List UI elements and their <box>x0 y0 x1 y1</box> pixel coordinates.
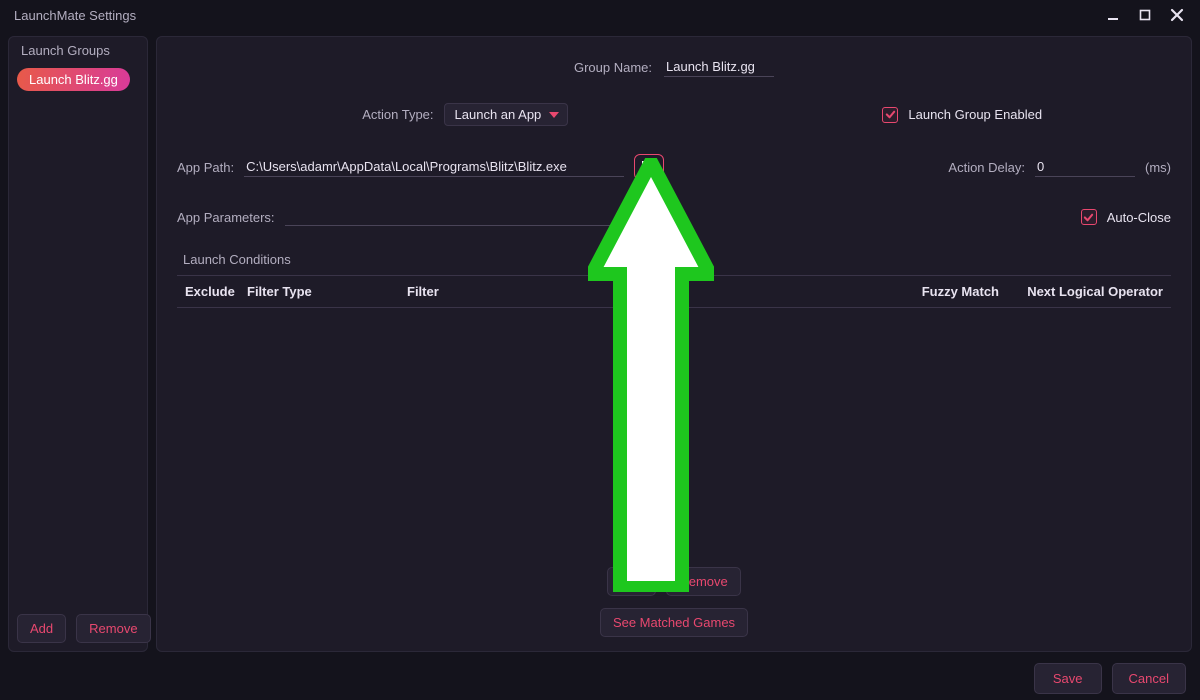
action-delay-input[interactable]: 0 <box>1035 157 1135 177</box>
app-params-label: App Parameters: <box>177 210 275 225</box>
group-name-label: Group Name: <box>574 60 652 75</box>
group-name-input[interactable]: Launch Blitz.gg <box>664 57 774 77</box>
title-bar: LaunchMate Settings <box>0 0 1200 30</box>
window-controls <box>1098 1 1192 29</box>
action-type-value: Launch an App <box>455 107 542 122</box>
button-label: Cancel <box>1129 671 1169 686</box>
col-exclude: Exclude <box>177 276 239 307</box>
main-panel: Group Name: Launch Blitz.gg Action Type:… <box>156 36 1192 652</box>
chevron-down-icon <box>549 112 559 118</box>
auto-close-label: Auto-Close <box>1107 210 1171 225</box>
col-filter-type: Filter Type <box>239 276 399 307</box>
sidebar-title: Launch Groups <box>17 37 139 68</box>
sidebar-item-launch-blitz[interactable]: Launch Blitz.gg <box>17 68 130 91</box>
button-label: Add <box>620 574 643 589</box>
button-label: See Matched Games <box>613 615 735 630</box>
action-delay-label: Action Delay: <box>948 160 1025 175</box>
sidebar-add-button[interactable]: Add <box>17 614 66 643</box>
close-button[interactable] <box>1162 1 1192 29</box>
window-title: LaunchMate Settings <box>14 8 136 23</box>
col-next-logical-operator: Next Logical Operator <box>1007 276 1171 307</box>
button-label: Add <box>30 621 53 636</box>
action-type-label: Action Type: <box>362 107 433 122</box>
button-label: Remove <box>89 621 137 636</box>
save-button[interactable]: Save <box>1034 663 1102 694</box>
launch-conditions-section: Launch Conditions Exclude Filter Type Fi… <box>177 248 1171 637</box>
action-delay-unit: (ms) <box>1145 160 1171 175</box>
launch-group-enabled-checkbox[interactable] <box>882 107 898 123</box>
col-fuzzy-match: Fuzzy Match <box>907 276 1007 307</box>
app-path-input[interactable]: C:\Users\adamr\AppData\Local\Programs\Bl… <box>244 157 624 177</box>
cancel-button[interactable]: Cancel <box>1112 663 1186 694</box>
condition-remove-button[interactable]: Remove <box>666 567 740 596</box>
col-filter: Filter <box>399 276 907 307</box>
see-matched-games-button[interactable]: See Matched Games <box>600 608 748 637</box>
button-label: Remove <box>679 574 727 589</box>
minimize-button[interactable] <box>1098 1 1128 29</box>
browse-folder-button[interactable] <box>634 154 664 180</box>
conditions-table-body <box>177 308 1171 561</box>
app-params-input[interactable] <box>285 208 645 226</box>
sidebar-item-label: Launch Blitz.gg <box>29 72 118 87</box>
folder-open-icon <box>641 159 657 175</box>
dialog-footer: Save Cancel <box>0 656 1200 700</box>
sidebar-remove-button[interactable]: Remove <box>76 614 150 643</box>
action-type-select[interactable]: Launch an App <box>444 103 569 126</box>
maximize-button[interactable] <box>1130 1 1160 29</box>
launch-conditions-title: Launch Conditions <box>177 248 1171 271</box>
conditions-table-header: Exclude Filter Type Filter Fuzzy Match N… <box>177 275 1171 308</box>
sidebar: Launch Groups Launch Blitz.gg Add Remove <box>8 36 148 652</box>
condition-add-button[interactable]: Add <box>607 567 656 596</box>
button-label: Save <box>1053 671 1083 686</box>
launch-group-enabled-label: Launch Group Enabled <box>908 107 1042 122</box>
app-path-label: App Path: <box>177 160 234 175</box>
auto-close-checkbox[interactable] <box>1081 209 1097 225</box>
